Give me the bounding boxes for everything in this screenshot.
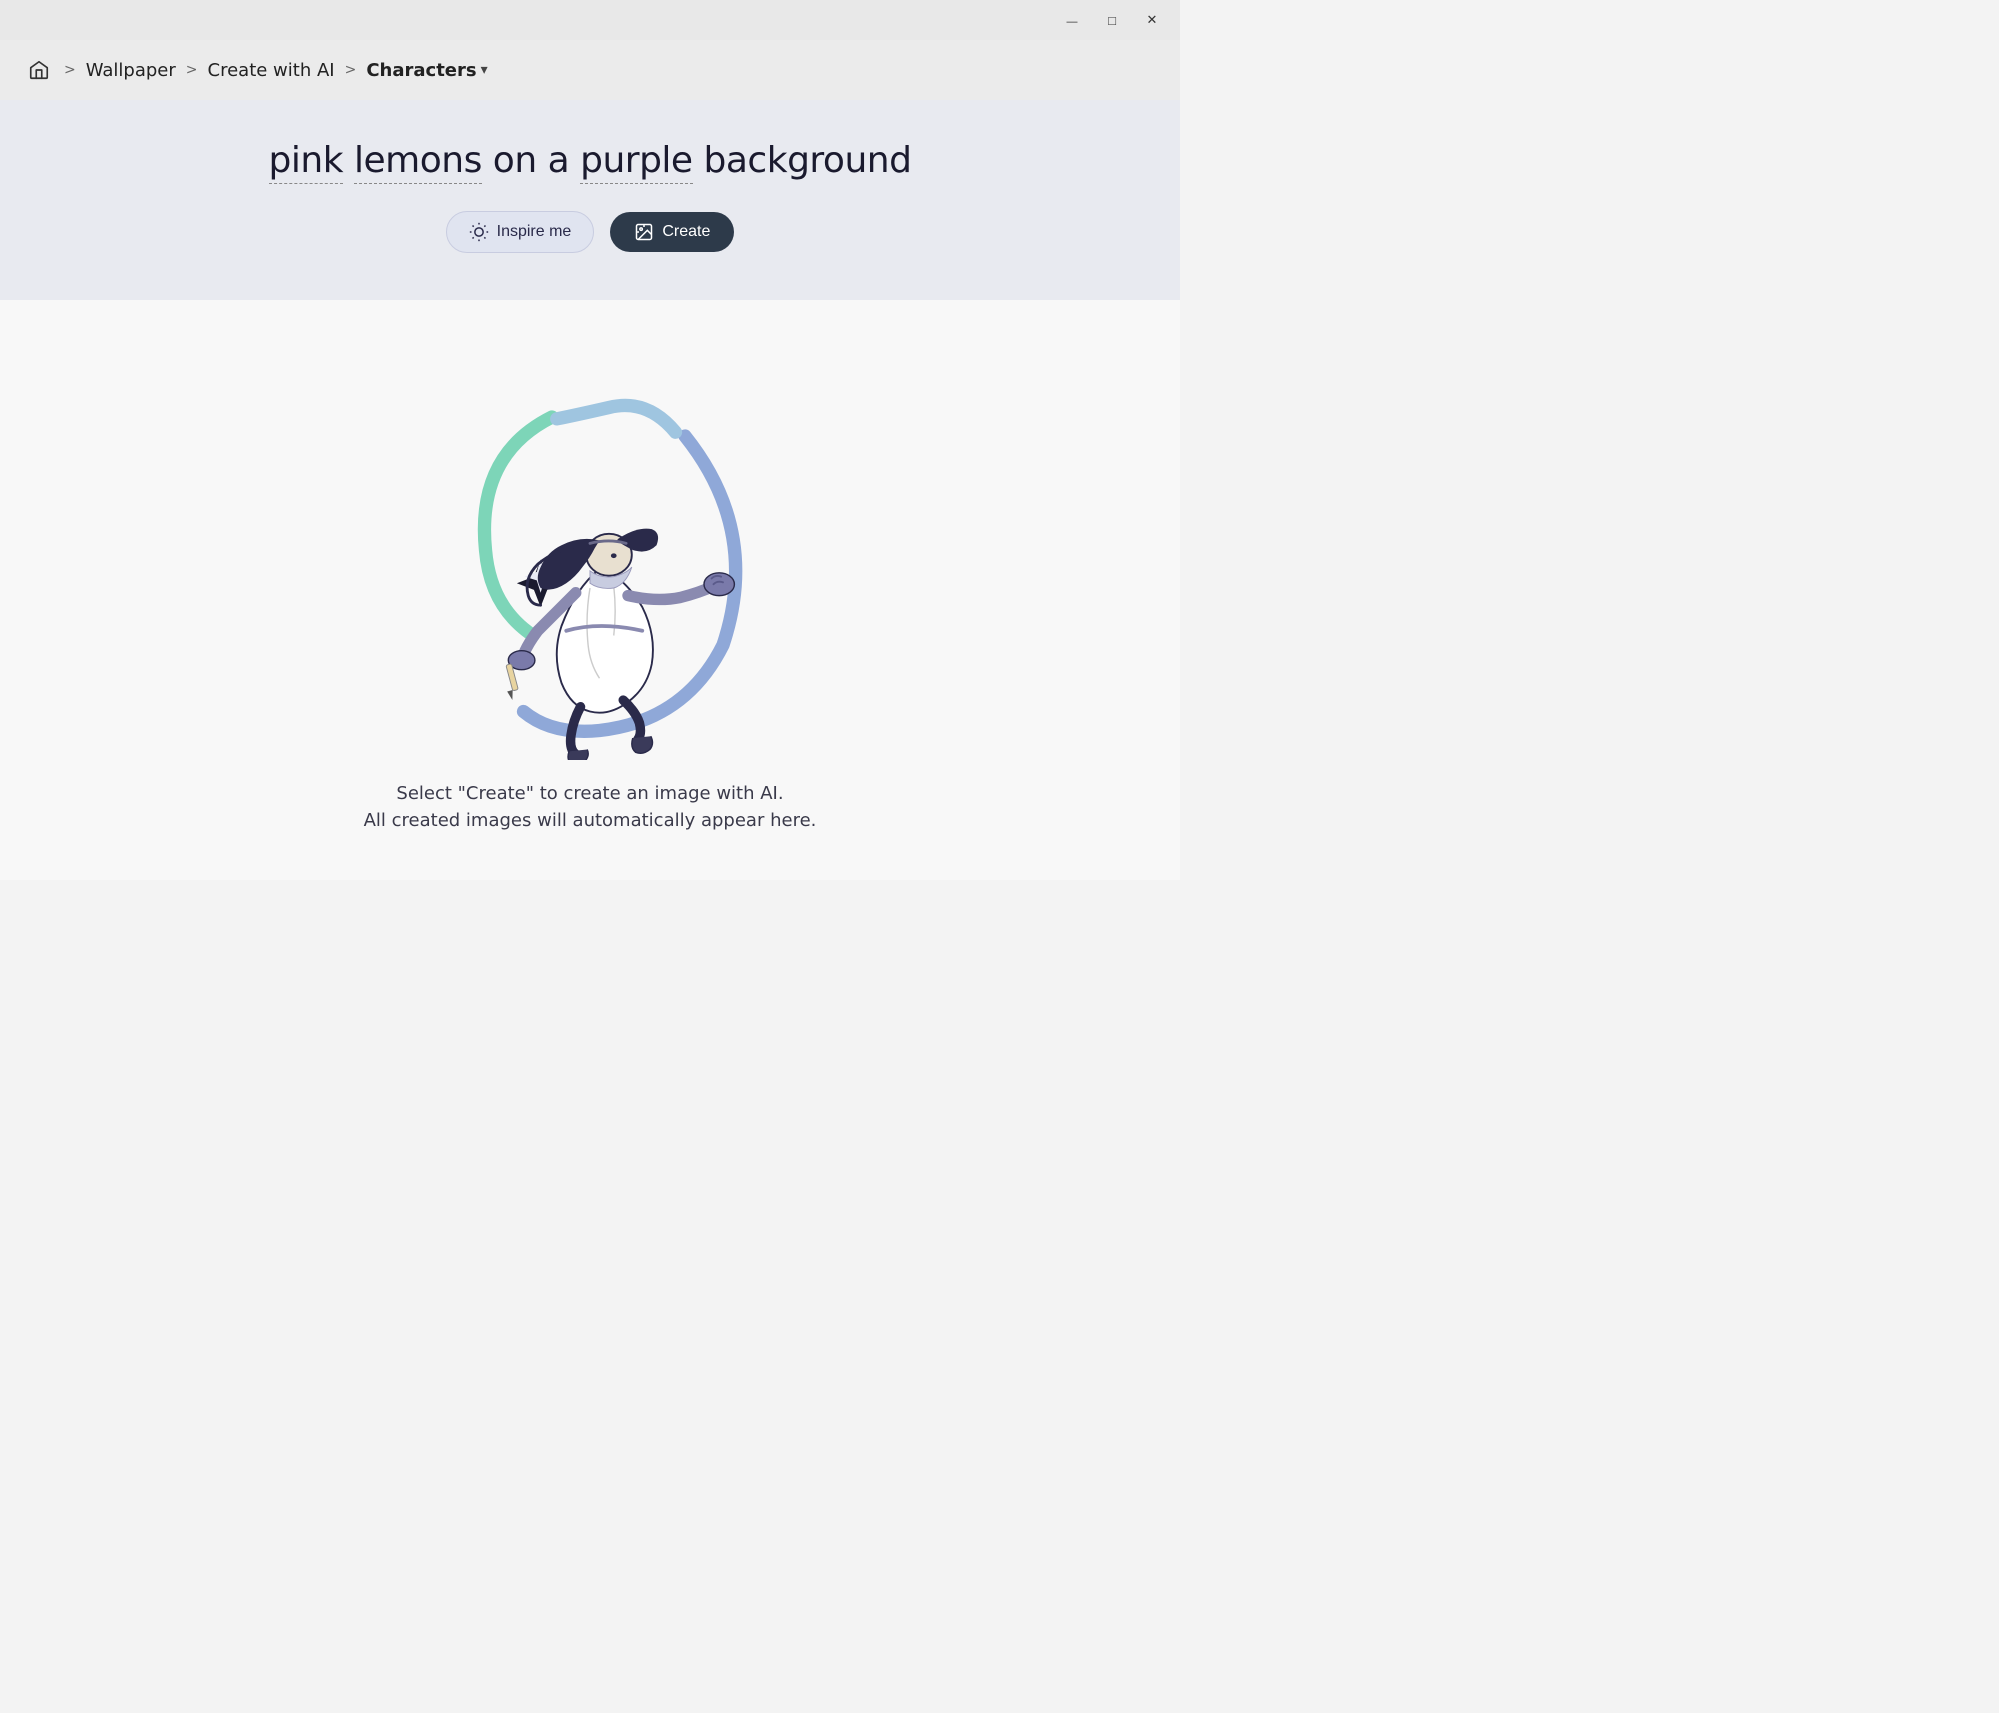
status-text: Select "Create" to create an image with … bbox=[364, 780, 817, 834]
maximize-button[interactable] bbox=[1096, 6, 1128, 34]
prompt-display: pink lemons on a purple background bbox=[269, 140, 912, 183]
prompt-word-purple: purple bbox=[580, 140, 692, 184]
minimize-button[interactable] bbox=[1056, 6, 1088, 34]
prompt-word-pink: pink bbox=[269, 140, 344, 184]
create-button[interactable]: Create bbox=[610, 212, 734, 252]
create-label: Create bbox=[662, 223, 710, 241]
minimize-icon bbox=[1067, 13, 1078, 28]
close-button[interactable] bbox=[1136, 6, 1168, 34]
separator-2: > bbox=[186, 62, 198, 78]
breadcrumb-home[interactable] bbox=[24, 55, 54, 85]
inspire-me-button[interactable]: Inspire me bbox=[446, 211, 595, 253]
breadcrumb-create-with-ai[interactable]: Create with AI bbox=[208, 60, 335, 81]
status-line-2: All created images will automatically ap… bbox=[364, 807, 817, 834]
illustration-container bbox=[400, 340, 780, 760]
main-bottom-section: Select "Create" to create an image with … bbox=[0, 300, 1180, 880]
breadcrumb-characters-label: Characters bbox=[366, 60, 476, 81]
titlebar bbox=[0, 0, 1180, 40]
close-icon bbox=[1147, 12, 1158, 28]
main-top-section: pink lemons on a purple background Inspi… bbox=[0, 100, 1180, 300]
home-icon bbox=[28, 59, 50, 81]
inspire-me-label: Inspire me bbox=[497, 223, 572, 241]
separator-1: > bbox=[64, 62, 76, 78]
breadcrumb-bar: > Wallpaper > Create with AI > Character… bbox=[0, 40, 1180, 100]
prompt-word-lemons: lemons bbox=[354, 140, 482, 184]
inspire-icon bbox=[469, 222, 489, 242]
separator-3: > bbox=[345, 62, 357, 78]
breadcrumb-characters-dropdown[interactable]: Characters ▾ bbox=[366, 60, 487, 81]
create-image-icon bbox=[634, 222, 654, 242]
action-buttons: Inspire me Create bbox=[446, 211, 735, 253]
breadcrumb-wallpaper[interactable]: Wallpaper bbox=[86, 60, 176, 81]
character-illustration bbox=[400, 340, 780, 760]
chevron-down-icon: ▾ bbox=[481, 62, 488, 78]
maximize-icon bbox=[1108, 13, 1116, 28]
status-line-1: Select "Create" to create an image with … bbox=[364, 780, 817, 807]
